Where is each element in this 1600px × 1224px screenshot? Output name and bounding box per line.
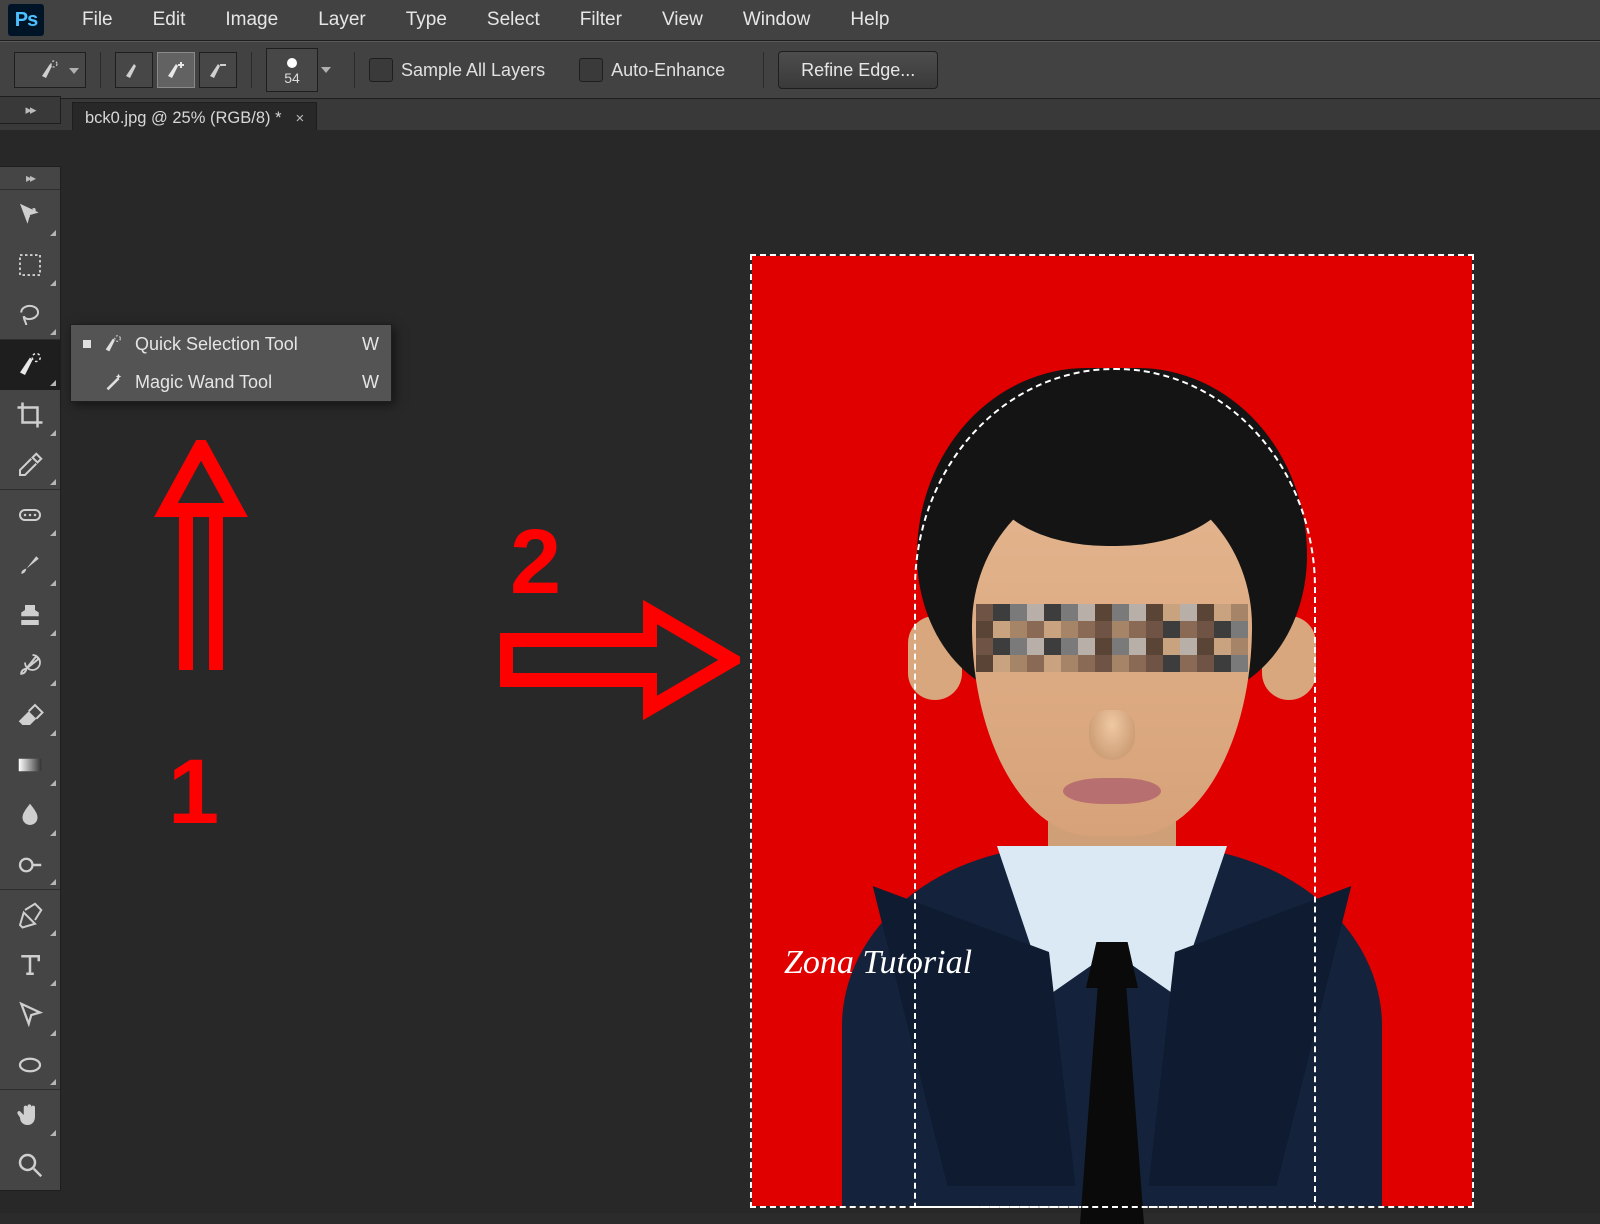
menu-edit[interactable]: Edit bbox=[133, 9, 206, 31]
panel-expand-handle[interactable]: ▸▸ bbox=[0, 96, 61, 124]
flyout-item-shortcut: W bbox=[351, 334, 379, 355]
close-icon[interactable]: × bbox=[296, 110, 305, 127]
history-brush-tool[interactable] bbox=[0, 640, 60, 690]
flyout-indicator-icon bbox=[50, 780, 56, 786]
refine-edge-button[interactable]: Refine Edge... bbox=[778, 51, 938, 89]
flyout-indicator-icon bbox=[50, 380, 56, 386]
tool-flyout-menu: Quick Selection Tool W Magic Wand Tool W bbox=[70, 324, 392, 402]
menu-layer[interactable]: Layer bbox=[298, 9, 386, 31]
flyout-indicator-icon bbox=[50, 680, 56, 686]
flyout-item-label: Magic Wand Tool bbox=[135, 372, 351, 393]
lasso-tool[interactable] bbox=[0, 290, 60, 340]
auto-enhance-label: Auto-Enhance bbox=[611, 60, 725, 81]
brush-preview-dot bbox=[287, 58, 297, 68]
healing-brush-tool[interactable] bbox=[0, 490, 60, 540]
brush-picker[interactable]: 54 bbox=[266, 48, 340, 92]
eyedropper-tool[interactable] bbox=[0, 440, 60, 490]
eraser-tool[interactable] bbox=[0, 690, 60, 740]
flyout-indicator-icon bbox=[50, 230, 56, 236]
flyout-indicator-icon bbox=[50, 1130, 56, 1136]
menu-image[interactable]: Image bbox=[205, 9, 298, 31]
tool-preset-picker[interactable] bbox=[14, 52, 86, 88]
dodge-tool[interactable] bbox=[0, 840, 60, 890]
flyout-item-label: Quick Selection Tool bbox=[135, 334, 351, 355]
menu-view[interactable]: View bbox=[642, 9, 723, 31]
document-tab-bar: bck0.jpg @ 25% (RGB/8) * × bbox=[0, 99, 1600, 134]
zoom-tool[interactable] bbox=[0, 1140, 60, 1190]
app-logo-text: Ps bbox=[15, 9, 37, 32]
menu-filter[interactable]: Filter bbox=[560, 9, 642, 31]
menu-file[interactable]: File bbox=[62, 9, 133, 31]
menu-select[interactable]: Select bbox=[467, 9, 560, 31]
app-logo: Ps bbox=[8, 4, 44, 36]
menu-help[interactable]: Help bbox=[830, 9, 909, 31]
selection-mode-group bbox=[115, 52, 237, 88]
quick-selection-icon bbox=[101, 332, 125, 356]
gradient-tool[interactable] bbox=[0, 740, 60, 790]
selected-indicator-icon bbox=[83, 340, 91, 348]
flyout-indicator-icon bbox=[50, 280, 56, 286]
chevron-right-icon: ▸▸ bbox=[25, 102, 34, 118]
flyout-magic-wand[interactable]: Magic Wand Tool W bbox=[71, 363, 391, 401]
flyout-quick-selection[interactable]: Quick Selection Tool W bbox=[71, 325, 391, 363]
document-tab[interactable]: bck0.jpg @ 25% (RGB/8) * × bbox=[72, 102, 317, 133]
flyout-indicator-icon bbox=[50, 879, 56, 885]
flyout-indicator-icon bbox=[50, 630, 56, 636]
sample-all-layers-option[interactable]: Sample All Layers bbox=[369, 58, 545, 82]
checkbox-icon bbox=[579, 58, 603, 82]
shape-tool[interactable] bbox=[0, 1040, 60, 1090]
add-to-selection-button[interactable] bbox=[157, 52, 195, 88]
flyout-indicator-icon bbox=[50, 430, 56, 436]
tools-panel: ▸▸ bbox=[0, 166, 61, 1191]
flyout-indicator-icon bbox=[50, 1030, 56, 1036]
path-selection-tool[interactable] bbox=[0, 990, 60, 1040]
pen-tool[interactable] bbox=[0, 890, 60, 940]
menu-window[interactable]: Window bbox=[723, 9, 831, 31]
options-bar: 54 Sample All Layers Auto-Enhance Refine… bbox=[0, 41, 1600, 99]
flyout-indicator-icon bbox=[50, 1079, 56, 1085]
divider bbox=[100, 52, 101, 88]
hand-tool[interactable] bbox=[0, 1090, 60, 1140]
brush-tool[interactable] bbox=[0, 540, 60, 590]
type-tool[interactable] bbox=[0, 940, 60, 990]
quick-selection-tool[interactable] bbox=[0, 340, 60, 390]
clone-stamp-tool[interactable] bbox=[0, 590, 60, 640]
divider bbox=[251, 52, 252, 88]
chevron-right-icon: ▸▸ bbox=[26, 171, 34, 185]
menu-bar: Ps File Edit Image Layer Type Select Fil… bbox=[0, 0, 1600, 41]
flyout-indicator-icon bbox=[50, 830, 56, 836]
brush-size-value: 54 bbox=[284, 70, 300, 86]
flyout-indicator-icon bbox=[50, 930, 56, 936]
document-tab-title: bck0.jpg @ 25% (RGB/8) * bbox=[85, 109, 282, 128]
crop-tool[interactable] bbox=[0, 390, 60, 440]
auto-enhance-option[interactable]: Auto-Enhance bbox=[579, 58, 725, 82]
watermark-text: Zona Tutorial bbox=[784, 944, 972, 982]
divider bbox=[354, 52, 355, 88]
flyout-indicator-icon bbox=[50, 580, 56, 586]
divider bbox=[763, 52, 764, 88]
sample-all-layers-label: Sample All Layers bbox=[401, 60, 545, 81]
toolbar-collapse-handle[interactable]: ▸▸ bbox=[0, 167, 60, 190]
subtract-from-selection-button[interactable] bbox=[199, 52, 237, 88]
magic-wand-icon bbox=[101, 370, 125, 394]
quick-selection-icon bbox=[38, 58, 62, 82]
flyout-item-shortcut: W bbox=[351, 372, 379, 393]
flyout-indicator-icon bbox=[50, 479, 56, 485]
flyout-indicator-icon bbox=[50, 730, 56, 736]
new-selection-button[interactable] bbox=[115, 52, 153, 88]
flyout-indicator-icon bbox=[50, 980, 56, 986]
flyout-indicator-icon bbox=[50, 530, 56, 536]
selection-outline bbox=[914, 368, 1316, 1208]
move-tool[interactable] bbox=[0, 190, 60, 240]
checkbox-icon bbox=[369, 58, 393, 82]
menu-type[interactable]: Type bbox=[386, 9, 467, 31]
marquee-tool[interactable] bbox=[0, 240, 60, 290]
document-canvas[interactable]: Zona Tutorial bbox=[752, 256, 1472, 1206]
blur-tool[interactable] bbox=[0, 790, 60, 840]
flyout-indicator-icon bbox=[50, 329, 56, 335]
